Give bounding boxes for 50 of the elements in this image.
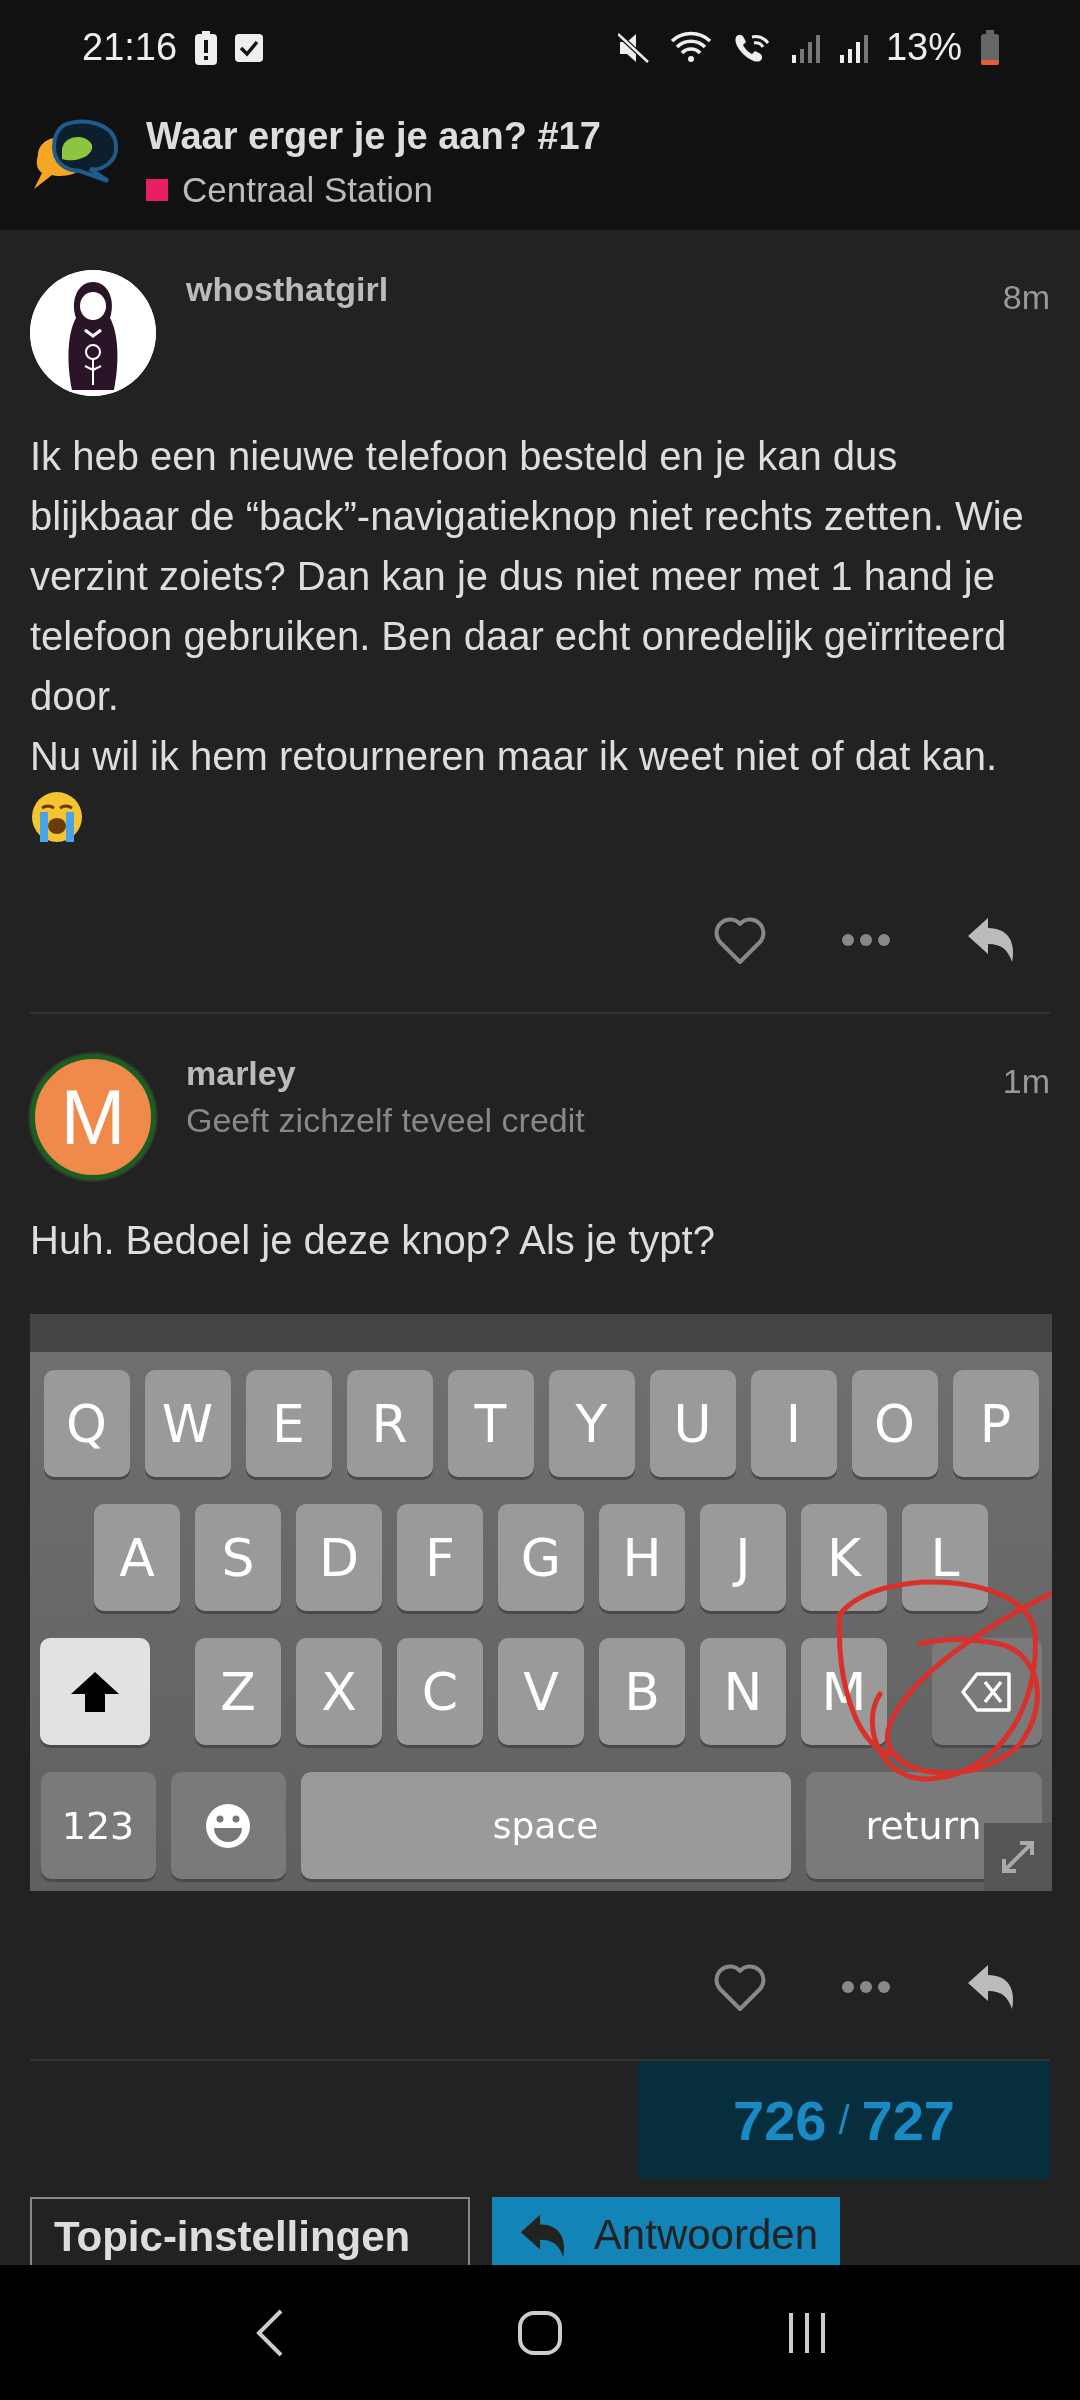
topic-title: Waar erger je je aan? #17 bbox=[146, 115, 601, 158]
keyboard-key: D bbox=[296, 1504, 382, 1611]
keyboard-key: R bbox=[346, 1370, 433, 1477]
keyboard-key: L bbox=[902, 1504, 988, 1611]
keyboard-key: I bbox=[750, 1370, 837, 1477]
keyboard-key: O bbox=[851, 1370, 938, 1477]
keyboard-key: 123 bbox=[40, 1772, 156, 1879]
mute-icon bbox=[617, 31, 652, 64]
keyboard-key: G bbox=[498, 1504, 584, 1611]
username[interactable]: whosthatgirl bbox=[186, 270, 973, 309]
keyboard-key: Z bbox=[195, 1638, 281, 1745]
keyboard-key: U bbox=[649, 1370, 736, 1477]
clock: 21:16 bbox=[82, 26, 178, 69]
checkbox-icon bbox=[235, 33, 264, 62]
keyboard-key: W bbox=[144, 1370, 231, 1477]
post-time: 8m bbox=[1002, 277, 1050, 317]
keyboard-key: Y bbox=[548, 1370, 635, 1477]
post-text: Ik heb een nieuwe telefoon besteld en je kan dus blijkbaar de “back”-navigatieknop niet rechts zetten. Wie verzint zoiets? Dan kan je dus niet meer met 1 hand je telefoon gebruiken. Ben daar echt onredelijk geïrriteerd door. bbox=[30, 433, 1025, 720]
battery-alert-icon bbox=[195, 30, 218, 65]
crying-face-icon bbox=[30, 790, 84, 844]
signal-icon bbox=[789, 32, 820, 63]
signal-icon bbox=[837, 32, 868, 63]
category-name[interactable]: Centraal Station bbox=[182, 170, 433, 210]
keyboard-key: J bbox=[700, 1504, 786, 1611]
keyboard-key: V bbox=[498, 1638, 584, 1745]
keyboard-key: A bbox=[94, 1504, 180, 1611]
battery-icon bbox=[980, 29, 1000, 66]
post-text: Nu wil ik hem retourneren maar ik weet niet of dat kan. bbox=[30, 733, 999, 780]
post-time: 1m bbox=[1002, 1061, 1050, 1101]
expand-icon[interactable] bbox=[984, 1823, 1052, 1891]
keyboard-key: S bbox=[195, 1504, 281, 1611]
keyboard-key: K bbox=[801, 1504, 887, 1611]
keyboard-key: N bbox=[700, 1638, 786, 1745]
keyboard-key: E bbox=[245, 1370, 332, 1477]
keyboard-key: H bbox=[599, 1504, 685, 1611]
keyboard-key: P bbox=[952, 1370, 1039, 1477]
reply-button[interactable]: Antwoorden bbox=[492, 2197, 840, 2265]
battery-percentage: 13% bbox=[885, 26, 962, 69]
avatar-icon[interactable] bbox=[30, 270, 156, 396]
keyboard-key: T bbox=[447, 1370, 534, 1477]
keyboard-key: Q bbox=[43, 1370, 130, 1477]
user-title: Geeft zichzelf teveel credit bbox=[186, 1101, 586, 1140]
keyboard-key: C bbox=[397, 1638, 483, 1745]
keyboard-key: B bbox=[599, 1638, 685, 1745]
username[interactable]: marley bbox=[186, 1054, 973, 1093]
keyboard-key: F bbox=[397, 1504, 483, 1611]
keyboard-key: X bbox=[296, 1638, 382, 1745]
wifi-icon bbox=[669, 30, 714, 65]
space-key: space bbox=[300, 1772, 791, 1879]
post-text: Huh. Bedoel je deze knop? Als je typt? bbox=[30, 1217, 716, 1264]
